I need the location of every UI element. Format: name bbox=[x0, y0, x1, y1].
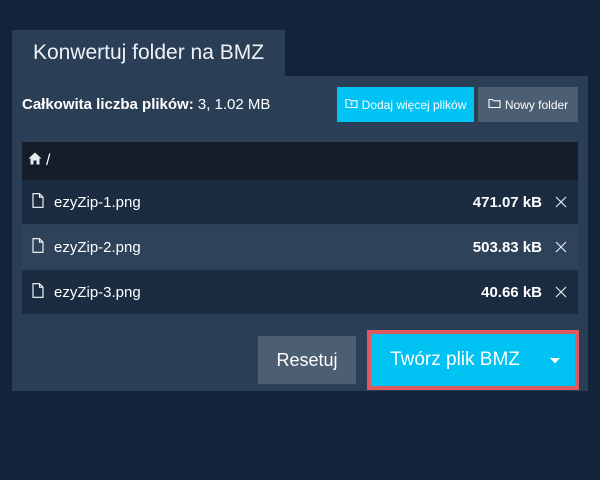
list-item: ezyZip-2.png 503.83 kB bbox=[22, 225, 578, 269]
file-count-value: 3, 1.02 MB bbox=[197, 96, 271, 113]
create-bmz-group: Twórz plik BMZ bbox=[367, 330, 579, 390]
page-title: Konwertuj folder na BMZ bbox=[32, 41, 265, 64]
file-count-label: Całkowita liczba plików: bbox=[22, 96, 194, 113]
file-icon bbox=[32, 282, 44, 302]
file-size: 503.83 kB bbox=[472, 238, 542, 256]
create-bmz-button[interactable]: Twórz plik BMZ bbox=[371, 334, 535, 386]
file-name: ezyZip-2.png bbox=[54, 238, 141, 256]
create-options-dropdown[interactable] bbox=[535, 334, 575, 386]
new-folder-label: Nowy folder bbox=[504, 97, 569, 112]
create-bmz-label: Twórz plik BMZ bbox=[390, 349, 520, 370]
file-icon bbox=[32, 237, 44, 257]
list-item: ezyZip-1.png 471.07 kB bbox=[22, 180, 578, 224]
file-size: 40.66 kB bbox=[481, 283, 542, 301]
home-icon[interactable] bbox=[28, 152, 42, 170]
new-folder-button[interactable]: Nowy folder bbox=[478, 87, 578, 122]
file-list: ezyZip-1.png 471.07 kB ezyZip-2.png 503.… bbox=[22, 180, 578, 315]
reset-label: Resetuj bbox=[276, 349, 338, 370]
reset-button[interactable]: Resetuj bbox=[258, 336, 356, 384]
close-icon[interactable] bbox=[554, 285, 568, 299]
close-icon[interactable] bbox=[554, 195, 568, 209]
file-name: ezyZip-1.png bbox=[54, 193, 141, 211]
add-folder-icon bbox=[345, 97, 358, 112]
close-icon[interactable] bbox=[554, 240, 568, 254]
converter-panel: Całkowita liczba plików: 3, 1.02 MB Doda… bbox=[12, 76, 588, 391]
file-size: 471.07 kB bbox=[472, 193, 542, 211]
folder-icon bbox=[488, 97, 501, 112]
page-title-tab: Konwertuj folder na BMZ bbox=[12, 30, 285, 76]
list-item: ezyZip-3.png 40.66 kB bbox=[22, 270, 578, 314]
caret-down-icon bbox=[550, 351, 560, 369]
file-summary: Całkowita liczba plików: 3, 1.02 MB bbox=[22, 96, 270, 113]
breadcrumb-path[interactable]: / bbox=[46, 152, 50, 170]
breadcrumb: / bbox=[22, 142, 578, 180]
file-icon bbox=[32, 192, 44, 212]
file-name: ezyZip-3.png bbox=[54, 283, 141, 301]
add-more-files-button[interactable]: Dodaj więcej plików bbox=[337, 87, 474, 122]
add-more-files-label: Dodaj więcej plików bbox=[361, 97, 467, 112]
